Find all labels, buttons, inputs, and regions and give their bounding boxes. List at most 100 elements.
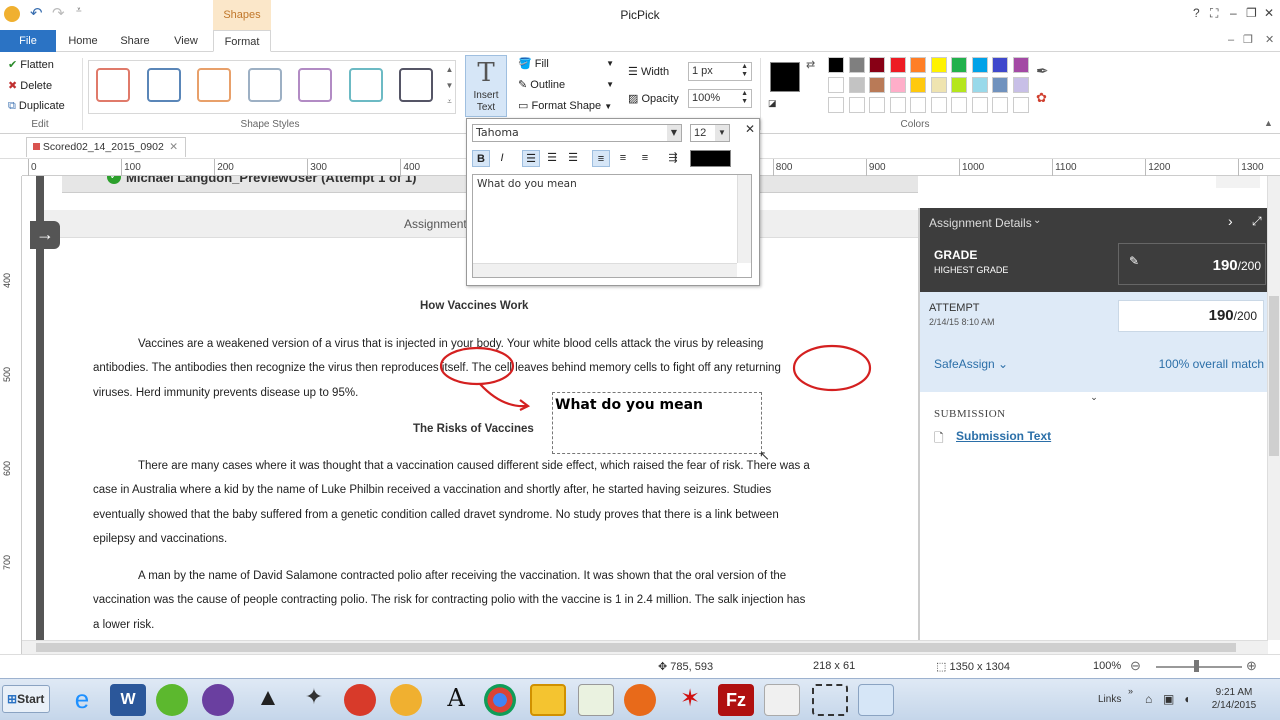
palette-color[interactable] xyxy=(951,77,967,93)
internet-explorer-icon[interactable]: e xyxy=(64,684,100,716)
close-icon[interactable]: ✕ xyxy=(1264,6,1274,20)
minimize-icon[interactable]: – xyxy=(1230,6,1237,20)
tab-file[interactable]: File xyxy=(0,30,56,52)
spinner-arrows-icon[interactable]: ▲ ▼ xyxy=(741,90,748,106)
audio-app-icon[interactable] xyxy=(202,684,234,716)
text-object[interactable]: What do you mean xyxy=(552,392,762,454)
chevron-right-icon[interactable]: › xyxy=(1228,213,1233,229)
palette-color[interactable] xyxy=(848,57,865,73)
font-app-icon[interactable]: A xyxy=(438,684,474,716)
delete-button[interactable]: ✖ Delete xyxy=(8,77,52,95)
fill-dropdown[interactable]: 🪣 Fill ▼ xyxy=(518,55,614,73)
shape-style-swatch[interactable] xyxy=(197,68,231,102)
palette-color[interactable] xyxy=(869,77,885,93)
close-tab-icon[interactable]: ✕ xyxy=(169,138,178,157)
zoom-in-icon[interactable]: ⊕ xyxy=(1246,658,1257,674)
align-center-icon[interactable]: ☰ xyxy=(543,150,561,167)
palette-color[interactable] xyxy=(828,57,844,73)
clock[interactable]: 9:21 AM 2/14/2015 xyxy=(1208,686,1260,712)
align-top-icon[interactable]: ≡ xyxy=(592,150,610,167)
color-picker-icon[interactable]: ✒ xyxy=(1036,62,1049,80)
media-app-icon[interactable] xyxy=(344,684,376,716)
dialog-vscrollbar[interactable] xyxy=(737,175,751,263)
dialog-hscrollbar[interactable] xyxy=(473,263,737,277)
collapse-chevron-icon[interactable]: ⌄ xyxy=(920,392,1268,406)
custom-color-slot[interactable] xyxy=(869,97,885,113)
palette-color[interactable] xyxy=(930,57,947,73)
doc-minimize-icon[interactable]: – xyxy=(1228,34,1234,46)
tab-share[interactable]: Share xyxy=(114,30,156,52)
custom-color-slot[interactable] xyxy=(992,97,1008,113)
reset-colors-icon[interactable]: ◪ xyxy=(768,98,777,109)
font-size-select[interactable]: 12 ▼ xyxy=(690,124,730,142)
safeassign-dropdown[interactable]: SafeAssign ⌄ xyxy=(934,357,1008,371)
grade-box[interactable]: ✎ 190/200 xyxy=(1118,243,1266,285)
doc-close-icon[interactable]: ✕ xyxy=(1265,33,1274,46)
expand-arrow-button[interactable]: → xyxy=(30,221,60,249)
capture-icon[interactable] xyxy=(812,684,848,716)
opacity-spinner[interactable]: 100% ▲ ▼ xyxy=(688,89,752,108)
game-icon[interactable]: ✦ xyxy=(296,684,332,716)
custom-color-slot[interactable] xyxy=(889,97,906,113)
vertical-scrollbar[interactable] xyxy=(1267,176,1280,640)
attempt-score-box[interactable]: 190/200 xyxy=(1118,300,1264,332)
palette-color[interactable] xyxy=(971,77,988,93)
word-icon[interactable]: W xyxy=(110,684,146,716)
scroll-thumb[interactable] xyxy=(1269,296,1279,456)
paint-app-icon[interactable] xyxy=(390,684,422,716)
document-tab[interactable]: Scored02_14_2015_0902 ✕ xyxy=(26,137,186,157)
zoom-slider-thumb[interactable] xyxy=(1194,660,1199,672)
custom-color-slot[interactable] xyxy=(971,97,988,113)
zoom-slider[interactable] xyxy=(1156,666,1242,668)
outline-dropdown[interactable]: ✎ Outline ▼ xyxy=(518,76,614,94)
palette-color[interactable] xyxy=(910,77,926,93)
firefox-icon[interactable] xyxy=(624,684,656,716)
align-right-icon[interactable]: ☰ xyxy=(564,150,582,167)
palette-color[interactable] xyxy=(889,57,906,73)
restore-icon[interactable]: ❐ xyxy=(1246,6,1257,20)
shape-style-swatch[interactable] xyxy=(399,68,433,102)
italic-icon[interactable]: I xyxy=(493,150,511,167)
font-select[interactable]: Tahoma ▼ xyxy=(472,124,682,142)
expand-icon[interactable]: ⤢ xyxy=(1252,214,1262,229)
shape-style-swatch[interactable] xyxy=(298,68,332,102)
palette-color[interactable] xyxy=(992,77,1008,93)
tab-home[interactable]: Home xyxy=(62,30,104,52)
custom-color-slot[interactable] xyxy=(828,97,844,113)
swap-colors-icon[interactable]: ⇄ xyxy=(806,58,815,71)
duplicate-button[interactable]: ⧉ Duplicate xyxy=(8,97,65,115)
start-button[interactable]: ⊞Start xyxy=(2,685,50,713)
red-app-icon[interactable]: ✶ xyxy=(672,684,708,716)
help-icon[interactable]: ? xyxy=(1193,6,1200,20)
bold-icon[interactable]: B xyxy=(472,150,490,167)
text-wrap-icon[interactable]: ⇶ xyxy=(664,150,682,167)
tray-icon[interactable]: ⌂ xyxy=(1145,692,1152,706)
insert-text-button[interactable]: T Insert Text xyxy=(465,55,507,117)
pencil-icon[interactable]: ✎ xyxy=(1129,254,1139,268)
tab-format[interactable]: Format xyxy=(213,30,271,52)
palette-color[interactable] xyxy=(951,57,967,73)
custom-color-slot[interactable] xyxy=(930,97,947,113)
close-dialog-icon[interactable]: ✕ xyxy=(745,122,755,136)
palette-color[interactable] xyxy=(971,57,988,73)
active-app-icon[interactable] xyxy=(530,684,566,716)
chevron-down-icon[interactable]: ⌄ xyxy=(1033,215,1041,226)
tab-view[interactable]: View xyxy=(166,30,206,52)
custom-color-slot[interactable] xyxy=(910,97,926,113)
palette-color[interactable] xyxy=(828,77,844,93)
shape-style-swatch[interactable] xyxy=(96,68,130,102)
links-toolbar[interactable]: Links xyxy=(1098,694,1121,705)
picpick-taskbar-icon[interactable] xyxy=(858,684,894,716)
network-icon[interactable]: ▣ xyxy=(1163,692,1174,706)
submission-text-link[interactable]: Submission Text xyxy=(956,429,1051,443)
palette-color[interactable] xyxy=(869,57,885,73)
palette-color[interactable] xyxy=(930,77,947,93)
format-shape-dropdown[interactable]: ▭ Format Shape ▼ xyxy=(518,97,614,115)
flatten-button[interactable]: ✔ Flatten xyxy=(8,56,54,74)
shape-style-swatch[interactable] xyxy=(146,68,181,102)
palette-color[interactable] xyxy=(910,57,926,73)
width-spinner[interactable]: 1 px ▲ ▼ xyxy=(688,62,752,81)
text-input-area[interactable]: What do you mean xyxy=(472,174,752,278)
scroll-thumb[interactable] xyxy=(36,643,1236,652)
fullscreen-icon[interactable]: ⛶ xyxy=(1210,6,1218,21)
